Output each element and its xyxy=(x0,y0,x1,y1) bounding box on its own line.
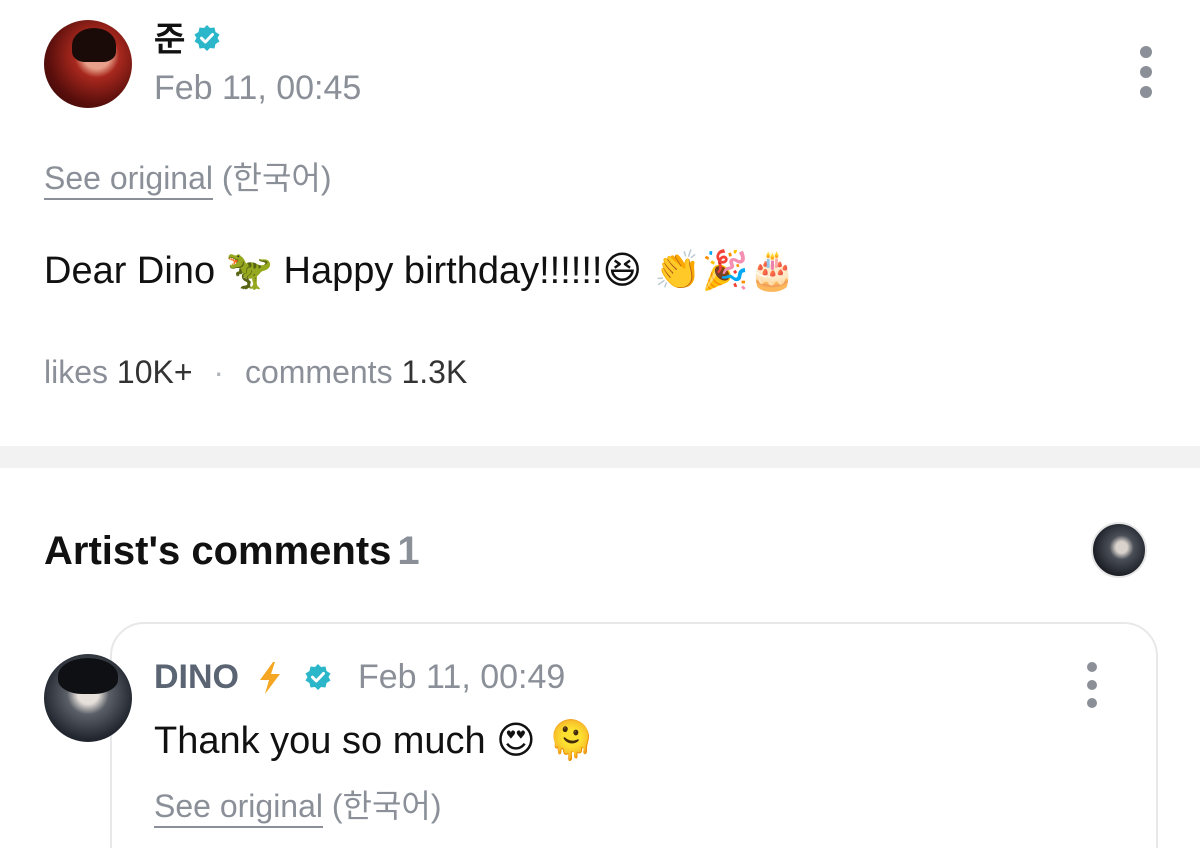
post-body: Dear Dino 🦖 Happy birthday!!!!!!😆 👏🎉🎂 xyxy=(44,246,796,295)
commenter-avatar[interactable] xyxy=(44,654,132,742)
lightning-bolt-icon xyxy=(260,662,280,694)
comments-count[interactable]: 1.3K xyxy=(401,354,467,390)
artist-comments-count: 1 xyxy=(397,529,420,573)
post-text-2: Happy birthday!!!!!! xyxy=(283,250,603,292)
likes-label: likes xyxy=(44,354,109,390)
artist-comments-title: Artist's comments 1 xyxy=(44,526,420,576)
stats-separator: · xyxy=(213,354,225,390)
see-original-link[interactable]: See original xyxy=(154,788,323,828)
commenter-name[interactable]: DINO xyxy=(154,656,239,698)
post-emojis: 😆 👏🎉🎂 xyxy=(602,248,797,292)
author-name[interactable]: 준 xyxy=(154,20,185,60)
original-language: (한국어) xyxy=(221,160,332,196)
section-divider xyxy=(0,446,1200,468)
comment-see-original: See original (한국어) xyxy=(154,786,442,828)
artist-avatar[interactable] xyxy=(1091,522,1147,578)
see-original-link[interactable]: See original xyxy=(44,160,213,200)
comment-text: Thank you so much xyxy=(154,720,486,762)
see-original: See original (한국어) xyxy=(44,158,332,200)
post-timestamp: Feb 11, 00:45 xyxy=(154,69,362,107)
more-options-icon[interactable] xyxy=(1136,42,1156,102)
post-text: Dear Dino xyxy=(44,250,216,292)
comment-emojis: 😍 🫠 xyxy=(496,718,596,762)
post: 준 Feb 11, 00:45 See original (한국어) Dear … xyxy=(0,0,1200,446)
comment-timestamp: Feb 11, 00:49 xyxy=(358,658,566,696)
post-stats: likes 10K+ · comments 1.3K xyxy=(44,352,467,392)
comment-body: Thank you so much 😍 🫠 xyxy=(154,714,595,767)
original-language: (한국어) xyxy=(331,788,442,824)
verified-badge-icon xyxy=(305,664,331,690)
author-avatar[interactable] xyxy=(44,20,132,108)
likes-count[interactable]: 10K+ xyxy=(117,354,193,390)
artist-comments-label: Artist's comments xyxy=(44,529,392,573)
more-options-icon[interactable] xyxy=(1082,656,1102,716)
dinosaur-emoji: 🦖 xyxy=(225,248,273,292)
comments-label: comments xyxy=(244,354,393,390)
verified-badge-icon xyxy=(194,25,220,51)
